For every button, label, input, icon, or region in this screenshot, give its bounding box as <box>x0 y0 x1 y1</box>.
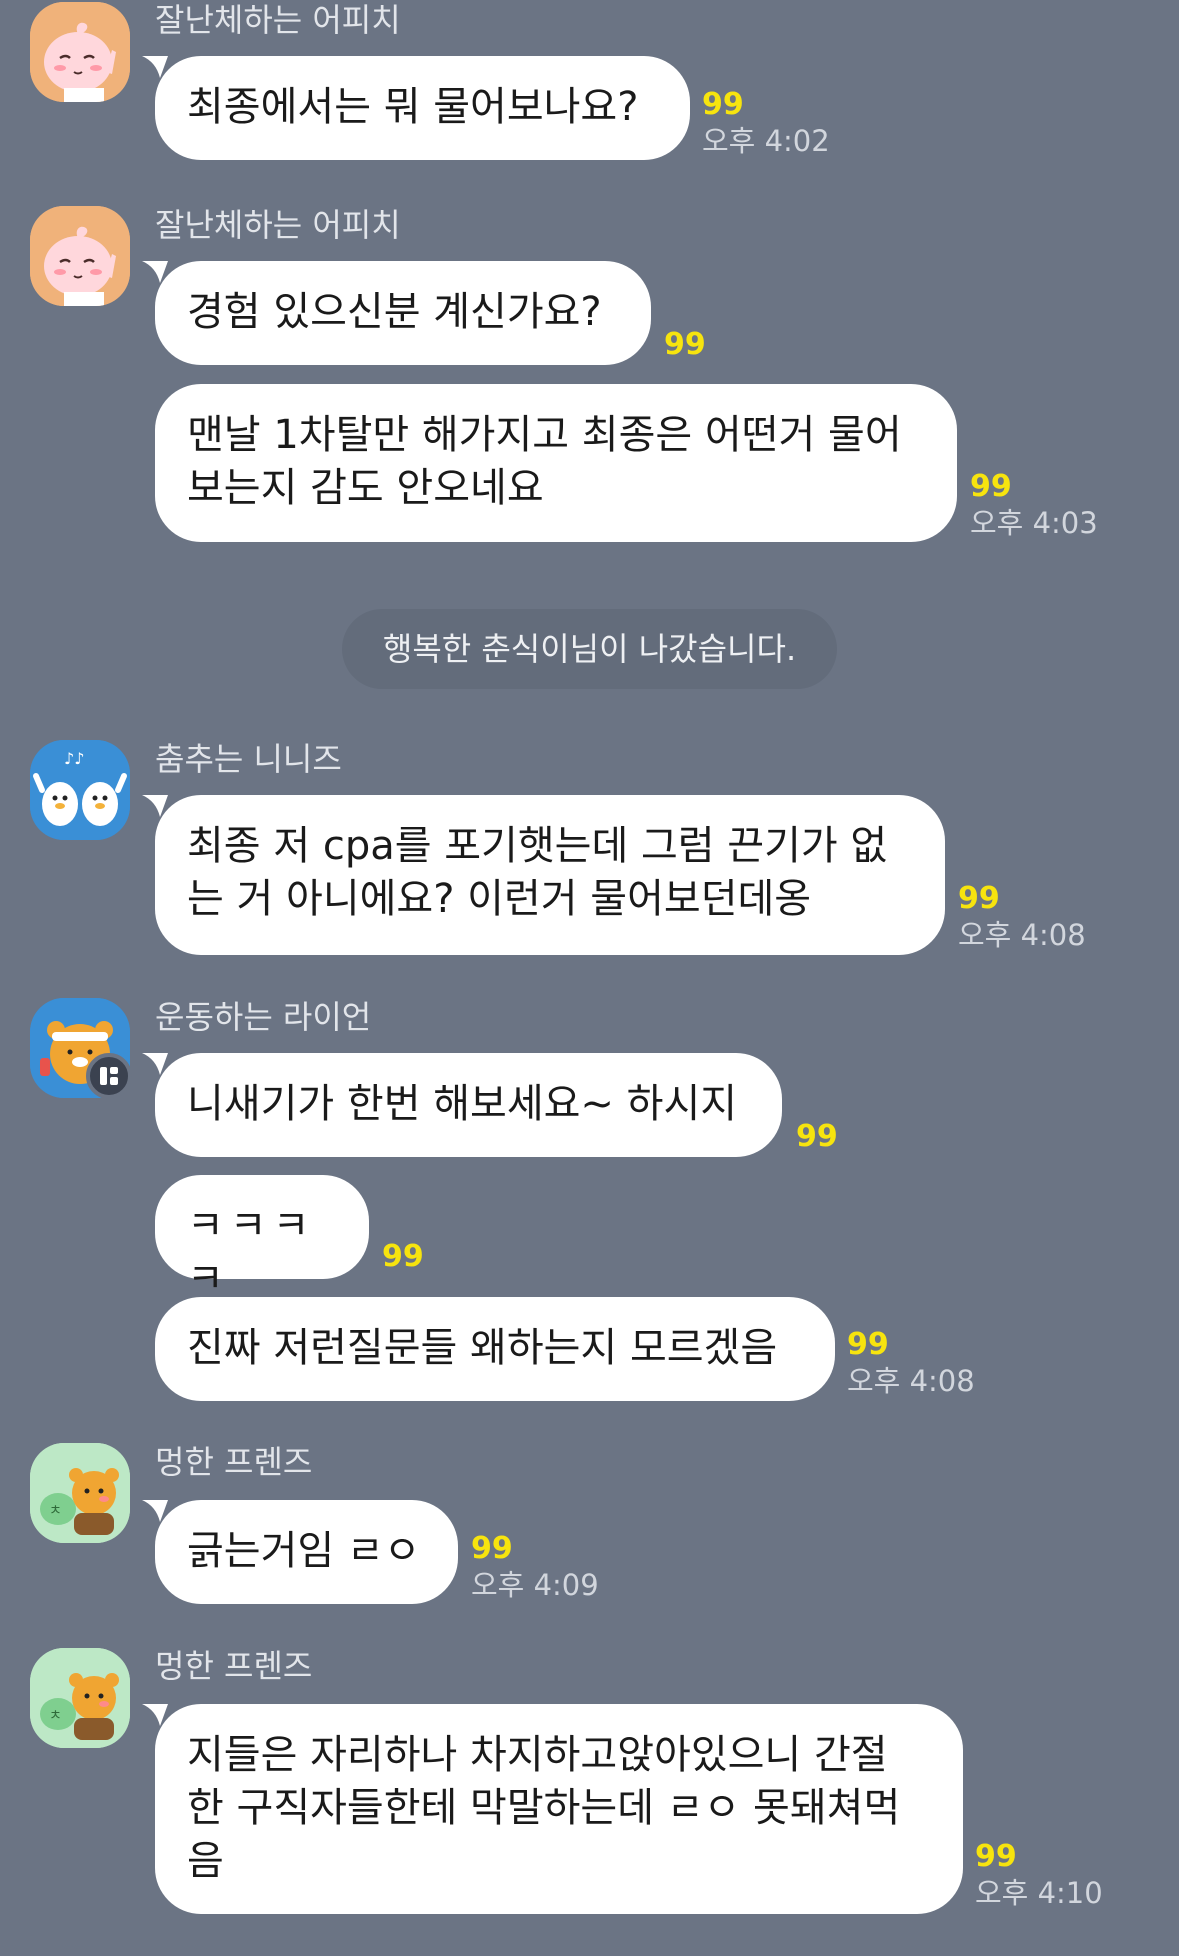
message-bubble[interactable]: 경험 있으신분 계신가요? <box>155 261 651 365</box>
unread-count: 99 <box>975 1839 1017 1874</box>
sender-name: 멍한 프렌즈 <box>155 1443 313 1481</box>
timestamp: 오후 4:03 <box>970 506 1098 540</box>
timestamp: 오후 4:08 <box>958 918 1086 952</box>
message-bubble[interactable]: ㅋㅋㅋㅋ <box>155 1175 369 1302</box>
friends-icon: ㅊ <box>30 1648 130 1748</box>
timestamp: 오후 4:02 <box>702 124 830 158</box>
message-meta: 99 오후 4:08 <box>847 1328 975 1400</box>
sender-name: 잘난체하는 어피치 <box>155 1 401 39</box>
message-bubble[interactable]: 최종 저 cpa를 포기햇는데 그럼 끈기가 없 는 거 아니에요? 이런거 물… <box>155 795 945 955</box>
message-meta: 99 <box>664 328 706 362</box>
friends-avatar[interactable]: ㅊ <box>30 1648 130 1748</box>
message-bubble[interactable]: 진짜 저런질문들 왜하는지 모르겠음 <box>155 1297 835 1401</box>
apeach-icon <box>30 206 130 306</box>
unread-count: 99 <box>471 1531 513 1566</box>
message-meta: 99 오후 4:02 <box>702 88 830 160</box>
chat-room: 잘난체하는 어피치 최종에서는 뭐 물어보나요? 99 오후 4:02 잘난체하… <box>0 0 1179 1956</box>
sender-name: 운동하는 라이언 <box>155 998 372 1036</box>
system-notice: 행복한 춘식이님이 나갔습니다. <box>342 609 837 689</box>
niniz-avatar[interactable]: ♪♪ <box>30 740 130 840</box>
message-bubble[interactable]: 긁는거임 ㄹㅇ <box>155 1500 458 1604</box>
sender-name: 춤추는 니니즈 <box>155 740 342 778</box>
sender-name: 잘난체하는 어피치 <box>155 206 401 244</box>
message-meta: 99 오후 4:08 <box>958 882 1086 954</box>
unread-count: 99 <box>796 1119 838 1154</box>
message-meta: 99 오후 4:09 <box>471 1532 599 1604</box>
timestamp: 오후 4:10 <box>975 1876 1103 1910</box>
unread-count: 99 <box>382 1239 424 1274</box>
message-meta: 99 오후 4:10 <box>975 1840 1103 1912</box>
message-bubble[interactable]: 맨날 1차탈만 해가지고 최종은 어떤거 물어 보는지 감도 안오네요 <box>155 384 957 542</box>
unread-count: 99 <box>970 469 1012 504</box>
friends-icon: ㅊ <box>30 1443 130 1543</box>
message-bubble[interactable]: 니새기가 한번 해보세요~ 하시지 <box>155 1053 782 1157</box>
friends-avatar[interactable]: ㅊ <box>30 1443 130 1543</box>
unread-count: 99 <box>702 87 744 122</box>
timestamp: 오후 4:08 <box>847 1364 975 1398</box>
unread-count: 99 <box>958 881 1000 916</box>
unread-count: 99 <box>664 327 706 362</box>
svg-text:♪♪: ♪♪ <box>64 749 84 768</box>
sender-name: 멍한 프렌즈 <box>155 1647 313 1685</box>
badge-icon <box>86 1053 132 1099</box>
apeach-avatar[interactable] <box>30 2 130 102</box>
apeach-avatar[interactable] <box>30 206 130 306</box>
svg-text:ㅊ: ㅊ <box>49 1708 62 1724</box>
message-bubble[interactable]: 최종에서는 뭐 물어보나요? <box>155 56 690 160</box>
unread-count: 99 <box>847 1327 889 1362</box>
message-meta: 99 <box>382 1240 424 1274</box>
timestamp: 오후 4:09 <box>471 1568 599 1602</box>
niniz-icon: ♪♪ <box>30 740 130 840</box>
message-meta: 99 <box>796 1120 838 1154</box>
message-meta: 99 오후 4:03 <box>970 470 1098 542</box>
svg-text:ㅊ: ㅊ <box>49 1503 62 1519</box>
message-bubble[interactable]: 지들은 자리하나 차지하고앉아있으니 간절 한 구직자들한테 막말하는데 ㄹㅇ … <box>155 1704 963 1914</box>
apeach-icon <box>30 2 130 102</box>
